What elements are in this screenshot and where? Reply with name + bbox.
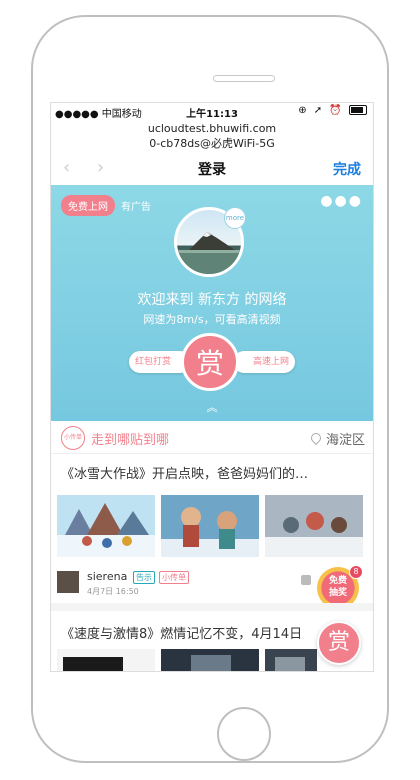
location-bar: 小传单 走到哪贴到哪 海淀区 xyxy=(51,421,373,454)
status-bar: ●●●●● 中国移动 上午11:13 ⊕ ➚ ⏰ xyxy=(51,103,373,120)
navigation-bar: ‹ › 登录 完成 xyxy=(51,153,373,183)
home-button[interactable] xyxy=(217,707,271,761)
hero-banner: 免费上网 有广告 ●●● more 欢迎来到 新东方 的网络 网速为8m/s，可… xyxy=(51,185,373,421)
ad-label: 有广告 xyxy=(121,202,151,213)
url-host: ucloudtest.bhuwifi.com xyxy=(147,122,277,135)
screen: ●●●●● 中国移动 上午11:13 ⊕ ➚ ⏰ ucloudtest.bhuw… xyxy=(50,102,374,672)
article-image[interactable] xyxy=(265,649,317,671)
page-title: 登录 xyxy=(198,162,226,178)
url-display: ucloudtest.bhuwifi.com 0-cb78ds@必虎WiFi-5… xyxy=(51,121,373,151)
location-pin-icon xyxy=(308,430,324,446)
thumbs-up-icon[interactable] xyxy=(301,575,311,585)
more-badge[interactable]: more xyxy=(224,207,246,229)
notice-tag: 告示 xyxy=(133,571,155,584)
flyer-stamp-icon: 小传单 xyxy=(61,426,85,450)
article-image[interactable] xyxy=(265,495,363,557)
reward-button[interactable]: 赏 xyxy=(181,333,239,391)
url-network: 0-cb78ds@必虎WiFi-5G xyxy=(149,137,275,150)
chevron-up-icon[interactable]: ︽ xyxy=(51,399,373,415)
done-button[interactable]: 完成 xyxy=(333,159,361,179)
article-image[interactable] xyxy=(161,495,259,557)
more-dots-icon[interactable]: ●●● xyxy=(320,193,363,209)
location-place[interactable]: 海淀区 xyxy=(308,429,365,448)
location-slogan: 走到哪贴到哪 xyxy=(91,433,170,448)
lottery-label-line2: 抽奖 xyxy=(328,588,347,598)
welcome-text: 欢迎来到 新东方 的网络 xyxy=(137,292,287,308)
flyer-tag: 小传单 xyxy=(159,571,189,584)
section-divider xyxy=(51,603,373,611)
speaker-grille xyxy=(213,75,275,82)
article-title[interactable]: 《冰雪大作战》开启点映，爸爸妈妈们的… xyxy=(61,463,366,482)
lottery-count-badge: 8 xyxy=(349,565,363,579)
battery-icon xyxy=(349,105,367,115)
post-date: 4月7日 16:50 xyxy=(87,587,139,596)
free-internet-tag[interactable]: 免费上网 xyxy=(61,195,115,216)
status-icons: ⊕ ➚ ⏰ xyxy=(298,105,367,116)
article-image[interactable] xyxy=(161,649,259,671)
article-image[interactable] xyxy=(57,495,155,557)
floating-reward-button[interactable]: 赏 xyxy=(317,621,361,665)
article-image[interactable] xyxy=(57,649,155,671)
avatar[interactable] xyxy=(57,571,79,593)
author-name[interactable]: sierena xyxy=(87,570,127,583)
high-speed-internet-button[interactable]: 高速上网 xyxy=(233,351,295,373)
speed-text: 网速为8m/s，可看高清视频 xyxy=(143,313,281,326)
